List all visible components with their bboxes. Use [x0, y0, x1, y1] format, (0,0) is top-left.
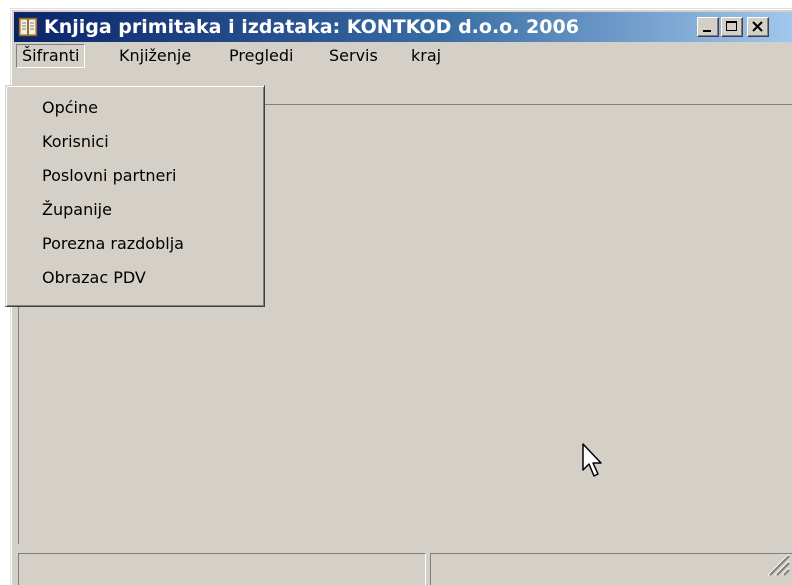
- menu-item-porezna-razdoblja[interactable]: Porezna razdoblja: [9, 227, 261, 261]
- title-bar[interactable]: Knjiga primitaka i izdataka: KONTKOD d.o…: [14, 12, 792, 42]
- book-icon[interactable]: [18, 16, 38, 38]
- resize-grip-icon[interactable]: [762, 548, 790, 576]
- minimize-button[interactable]: [697, 17, 719, 37]
- menu-pregledi[interactable]: Pregledi: [224, 44, 298, 68]
- close-button[interactable]: [747, 17, 769, 37]
- menu-sifranti[interactable]: Šifranti: [16, 44, 86, 68]
- mouse-cursor-icon: [582, 443, 602, 477]
- status-panel-right: [430, 553, 792, 585]
- minimize-icon: [703, 30, 711, 32]
- menu-knjizenje[interactable]: Knjiženje: [114, 44, 196, 68]
- menu-bar: Šifranti Knjiženje Pregledi Servis kraj: [14, 42, 792, 70]
- menu-item-poslovni-partneri[interactable]: Poslovni partneri: [9, 159, 261, 193]
- menu-item-obrazac-pdv[interactable]: Obrazac PDV: [9, 261, 261, 295]
- status-bar: [18, 549, 792, 585]
- menu-kraj[interactable]: kraj: [406, 44, 446, 68]
- maximize-icon: [726, 21, 737, 31]
- maximize-button[interactable]: [721, 17, 743, 37]
- menu-servis[interactable]: Servis: [324, 44, 383, 68]
- status-panel-left: [18, 553, 426, 585]
- sifranti-dropdown-menu: Općine Korisnici Poslovni partneri Župan…: [5, 85, 265, 307]
- menu-item-opcine[interactable]: Općine: [9, 91, 261, 125]
- menu-item-korisnici[interactable]: Korisnici: [9, 125, 261, 159]
- close-icon: [752, 21, 763, 32]
- menu-item-zupanije[interactable]: Županije: [9, 193, 261, 227]
- window-title: Knjiga primitaka i izdataka: KONTKOD d.o…: [44, 16, 579, 38]
